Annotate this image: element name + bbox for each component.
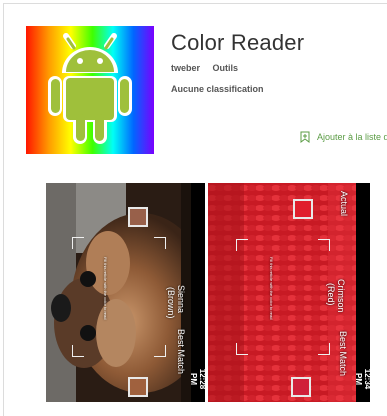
category-link[interactable]: Outils [213, 63, 239, 73]
status-time: 12:28 PM [189, 368, 205, 390]
color-name: Sienna [176, 285, 186, 314]
detected-color-swatch-bottom [128, 377, 148, 397]
screenshot-1[interactable]: Sienna (Brown) Best Match Fill this reti… [46, 183, 205, 402]
app-meta: tweber Outils [171, 63, 248, 73]
reticle-corner [154, 345, 166, 357]
best-match-label: Best Match [176, 329, 186, 375]
content-rating: Aucune classification [171, 84, 264, 94]
color-name: Crimson [336, 279, 346, 313]
reticle-corner [154, 237, 166, 249]
android-robot-icon [48, 33, 132, 144]
status-bar: 12:28 PM [189, 183, 205, 402]
reticle-corner [318, 239, 330, 251]
best-match-label: Best Match [338, 331, 348, 377]
reticle-corner [236, 343, 248, 355]
detected-color-swatch-top [293, 199, 313, 219]
reticle-hint: Fill this reticle with the color to read [269, 257, 274, 320]
reticle-corner [72, 237, 84, 249]
wishlist-label: Ajouter à la liste de souhaits [317, 132, 387, 142]
reticle-hint: Fill this reticle with the color to read [103, 257, 108, 320]
add-to-wishlist-button[interactable]: Ajouter à la liste de souhaits [300, 130, 387, 144]
reticle-corner [318, 343, 330, 355]
reticle-corner [72, 345, 84, 357]
detected-color-swatch-top [128, 207, 148, 227]
actual-label: Actual [339, 191, 349, 217]
app-listing-card: Color Reader tweber Outils Aucune classi… [3, 3, 387, 416]
bookmark-plus-icon [300, 131, 310, 143]
detected-color-swatch-bottom [291, 377, 311, 397]
app-title: Color Reader [171, 30, 305, 55]
status-bar: 12:34 PM [354, 183, 370, 402]
color-subname: (Red) [326, 283, 336, 306]
status-time: 12:34 PM [354, 368, 370, 390]
color-subname: (Brown) [166, 287, 176, 319]
reticle-corner [236, 239, 248, 251]
screenshot-2[interactable]: Actual Crimson (Red) Best Match Fill thi… [208, 183, 370, 402]
app-icon [26, 26, 154, 154]
developer-link[interactable]: tweber [171, 63, 200, 73]
